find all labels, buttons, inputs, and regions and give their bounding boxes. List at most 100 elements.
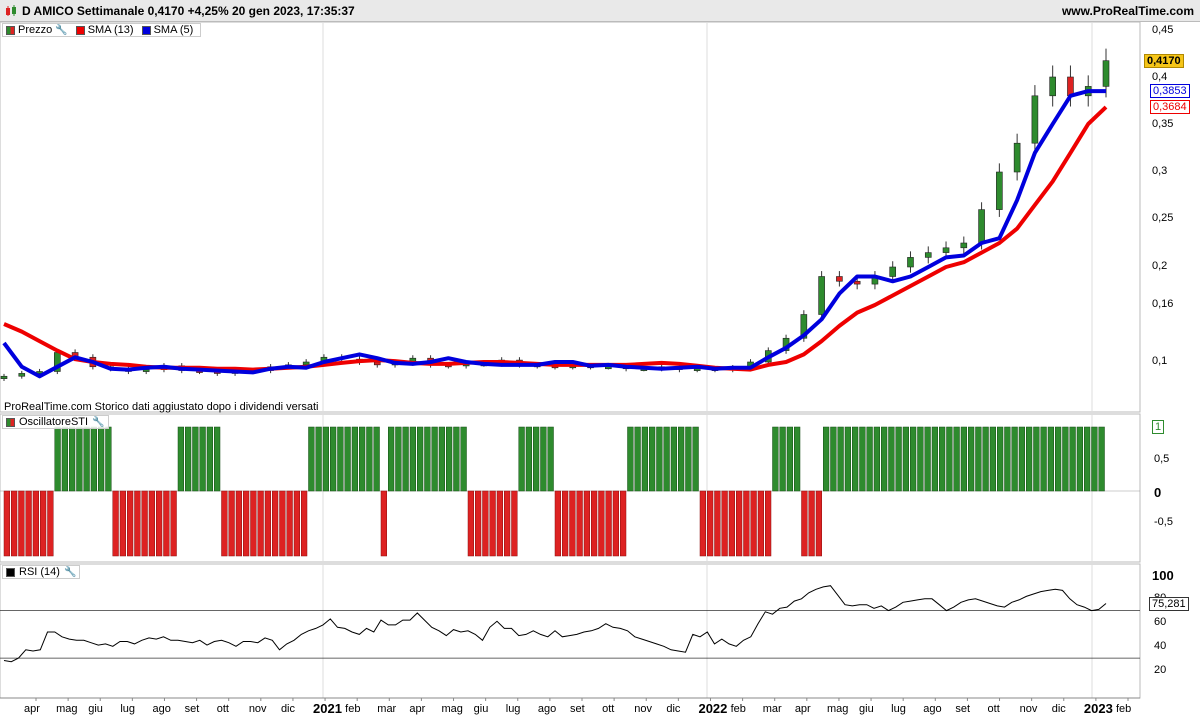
x-tick-label: mar [377, 703, 397, 715]
legend-sma13[interactable]: SMA (13) [75, 24, 134, 36]
x-tick-label: apr [794, 703, 811, 715]
oscillator-bar [823, 426, 830, 492]
oscillator-bar [946, 426, 953, 492]
oscillator-bar [163, 490, 170, 557]
oscillator-bar [982, 426, 989, 492]
oscillator-bar [721, 490, 728, 557]
legend-prezzo[interactable]: Prezzo 🔧 [6, 24, 68, 36]
oscillator-bar [989, 426, 996, 492]
oscillator-bar [1091, 426, 1098, 492]
oscillator-bar [554, 490, 561, 557]
oscillator-bar [547, 426, 554, 492]
rsi-tick: 20 [1154, 664, 1167, 676]
oscillator-bar [801, 490, 808, 557]
oscillator-bar [859, 426, 866, 492]
oscillator-bar [1084, 426, 1091, 492]
oscillator-bar [98, 426, 105, 492]
x-tick-label: ago [537, 703, 557, 715]
oscillator-bar [794, 426, 801, 492]
x-tick-label: mag [826, 703, 849, 715]
oscillator-swatch [6, 417, 15, 427]
oscillator-bar [757, 490, 764, 557]
oscillator-bar [243, 490, 250, 557]
oscillator-bar [322, 426, 329, 492]
osc-tick: 1 [1152, 420, 1165, 434]
rsi-tick: 40 [1154, 640, 1167, 652]
oscillator-bar [997, 426, 1004, 492]
price-tick: 0,16 [1152, 298, 1174, 310]
oscillator-bar [641, 426, 648, 492]
oscillator-bar [257, 490, 264, 557]
candle-body [836, 276, 843, 282]
candle-body [889, 266, 897, 277]
oscillator-bar [170, 490, 177, 557]
oscillator-bar [844, 426, 851, 492]
oscillator-bar [815, 490, 822, 557]
candle-body [942, 247, 950, 253]
oscillator-bar [670, 426, 677, 492]
oscillator-bar [678, 426, 685, 492]
oscillator-bar [156, 490, 163, 557]
x-tick-label: nov [248, 703, 267, 715]
oscillator-bar [134, 490, 141, 557]
oscillator-bar [830, 426, 837, 492]
x-tick-label: mar [762, 703, 782, 715]
oscillator-bar [32, 490, 39, 557]
osc-tick: 0,5 [1154, 453, 1170, 465]
oscillator-bar [511, 490, 518, 557]
oscillator-bar [924, 426, 931, 492]
oscillator-bar [692, 426, 699, 492]
x-tick-label: dic [280, 703, 295, 715]
wrench-icon[interactable]: 🔧 [92, 417, 104, 428]
oscillator-bar [402, 426, 409, 492]
oscillator-bar [837, 426, 844, 492]
x-tick-label: set [570, 703, 585, 715]
oscillator-bar [424, 426, 431, 492]
oscillator-bar [786, 426, 793, 492]
oscillator-bar [11, 490, 18, 557]
rsi-tick: 60 [1154, 616, 1167, 628]
oscillator-bar [931, 426, 938, 492]
oscillator-bar [895, 426, 902, 492]
oscillator-bar [808, 490, 815, 557]
candle-body [1102, 60, 1110, 87]
x-tick-label: apr [409, 703, 426, 715]
candle-body [1049, 76, 1056, 97]
wrench-icon[interactable]: 🔧 [55, 25, 67, 36]
legend-sma5[interactable]: SMA (5) [141, 24, 193, 36]
oscillator-bar [583, 490, 590, 557]
oscillator-bar [779, 426, 786, 492]
x-tick-label: feb [730, 703, 746, 715]
chart-canvas[interactable] [0, 0, 1200, 720]
oscillator-bar [873, 426, 880, 492]
wrench-icon[interactable]: 🔧 [64, 567, 76, 578]
x-tick-label: giu [859, 703, 874, 715]
last-price-badge: 0,4170 [1144, 54, 1184, 68]
price-tick: 0,1 [1152, 355, 1168, 367]
oscillator-bar [18, 490, 25, 557]
oscillator-bar [888, 426, 895, 492]
oscillator-bar [612, 490, 619, 557]
oscillator-bar [373, 426, 380, 492]
oscillator-bar [736, 490, 743, 557]
oscillator-bar [656, 426, 663, 492]
oscillator-bar [743, 490, 750, 557]
oscillator-bar [881, 426, 888, 492]
oscillator-bar [47, 490, 54, 557]
oscillator-bar [3, 490, 10, 557]
oscillator-bar [105, 426, 112, 492]
rsi-legend-label: RSI (14) [19, 566, 60, 578]
oscillator-bar [83, 426, 90, 492]
oscillator-bar [496, 490, 503, 557]
oscillator-bar [852, 426, 859, 492]
oscillator-bar [359, 426, 366, 492]
x-tick-label: ott [987, 703, 1000, 715]
price-tick: 0,35 [1152, 118, 1174, 130]
oscillator-bar [228, 490, 235, 557]
x-tick-label: mag [441, 703, 463, 715]
oscillator-bar [699, 490, 706, 557]
oscillator-bar [467, 490, 474, 557]
oscillator-bar [214, 426, 221, 492]
oscillator-bar [620, 490, 627, 557]
sma13-value-badge: 0,3684 [1150, 100, 1190, 114]
